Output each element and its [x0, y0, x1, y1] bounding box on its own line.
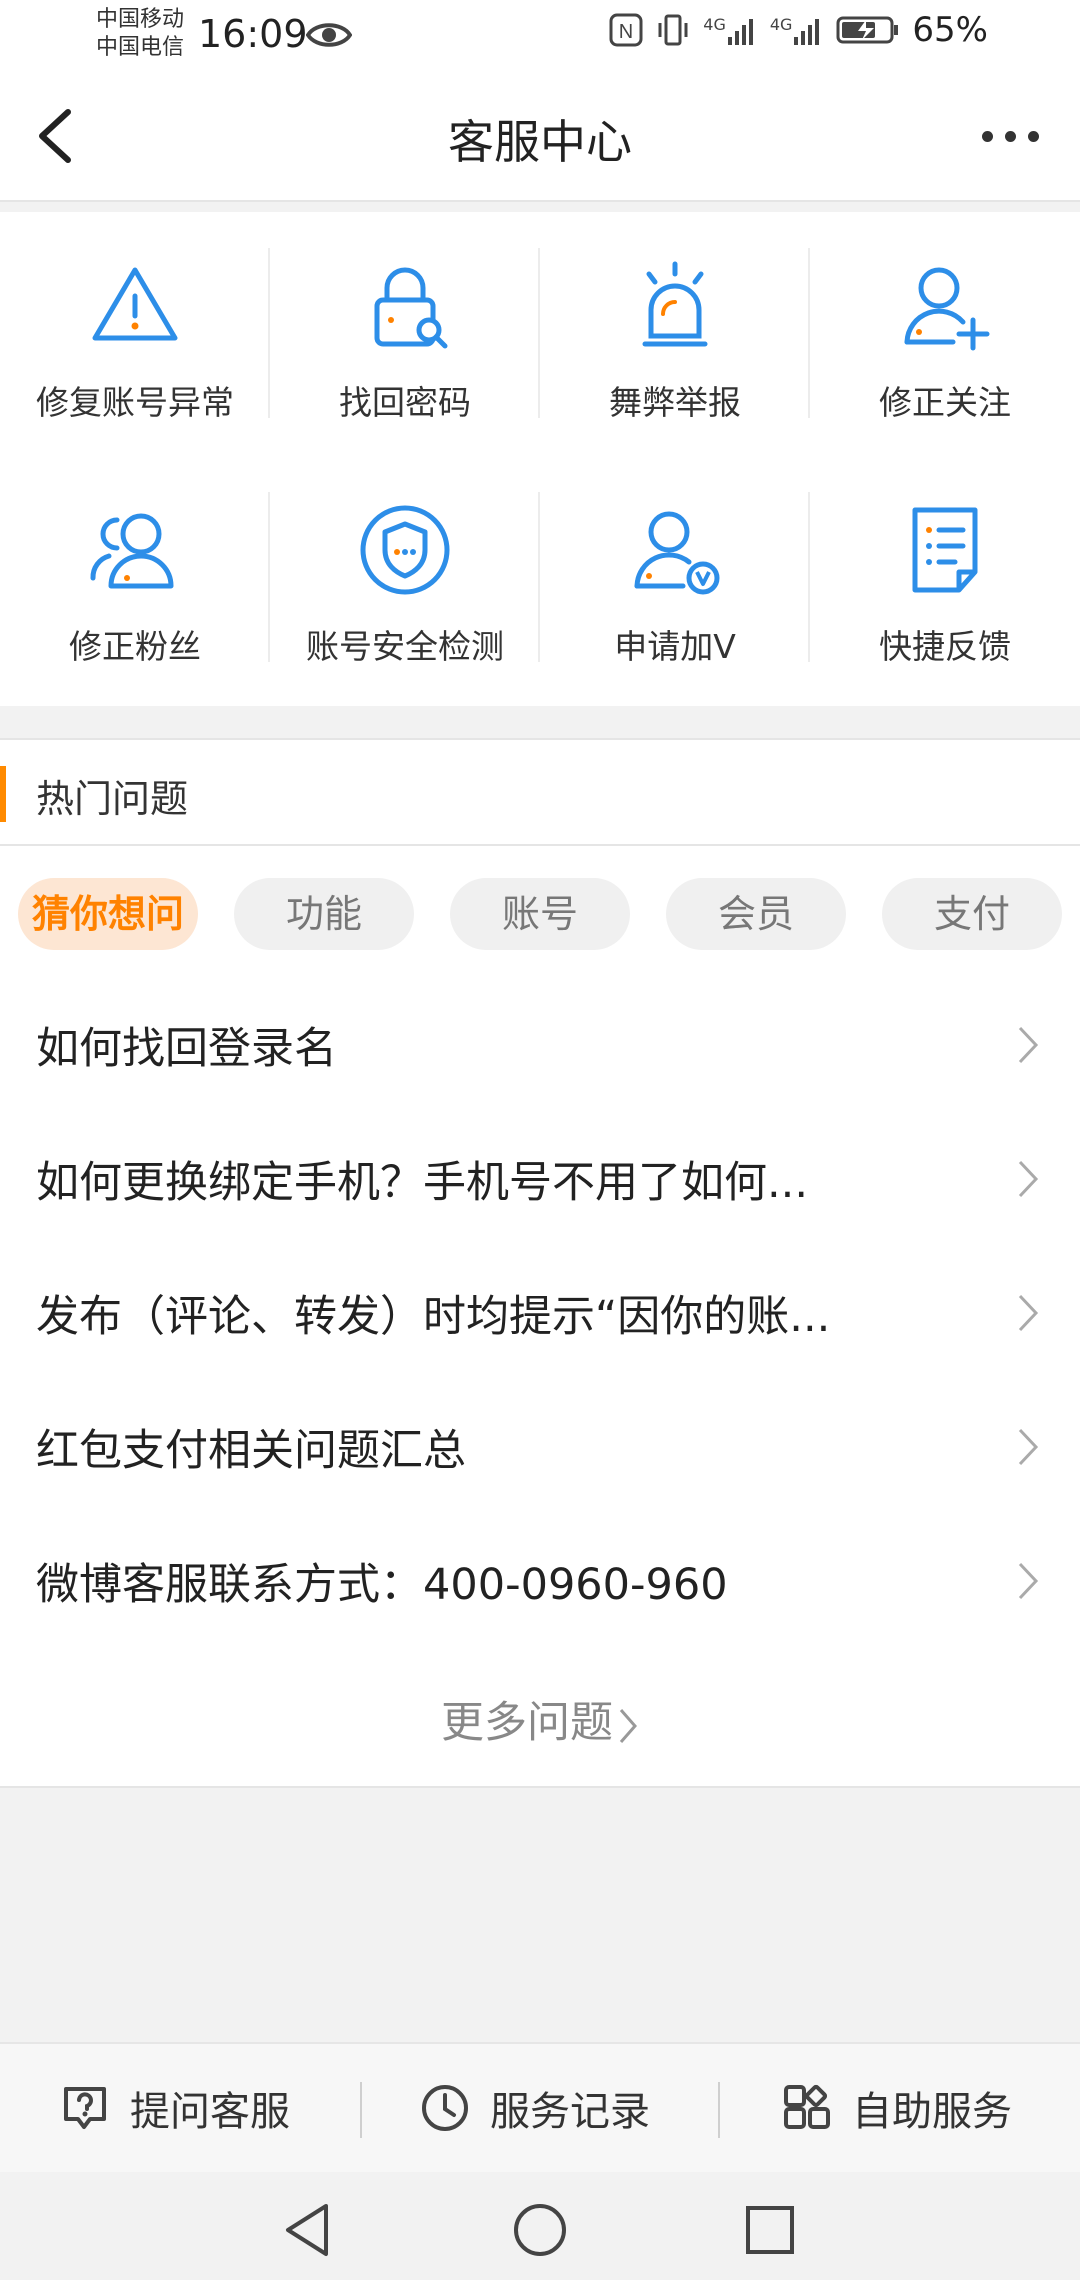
service-label: 修复账号异常 — [36, 383, 234, 422]
hot-questions-section: 热门问题 猜你想问 功能 账号 会员 支付 如何找回登录名 如何更换绑定手机？手… — [0, 738, 1080, 1788]
chevron-right-icon — [619, 1708, 637, 1743]
section-accent-bar — [0, 766, 6, 822]
service-security-check[interactable]: 账号安全检测 — [270, 456, 540, 676]
chevron-right-icon — [1018, 1026, 1039, 1064]
service-label: 找回密码 — [339, 383, 471, 422]
grid-divider — [808, 492, 810, 662]
question-text: 如何更换绑定手机？手机号不用了如何... — [36, 1158, 809, 1208]
question-item[interactable]: 如何更换绑定手机？手机号不用了如何... — [0, 1112, 1080, 1246]
service-grid: 修复账号异常 找回密码 舞弊举报 修正关注 修正粉丝 账号安全检测 申请加V 快… — [0, 212, 1080, 706]
service-label: 修正粉丝 — [69, 627, 201, 666]
more-questions-link[interactable]: 更多问题 — [0, 1688, 1080, 1750]
bottom-divider — [718, 2082, 720, 2138]
network-type-2: 4G — [769, 15, 793, 34]
question-text: 发布（评论、转发）时均提示“因你的账... — [36, 1292, 831, 1342]
section-title: 热门问题 — [36, 777, 189, 821]
question-text: 红包支付相关问题汇总 — [36, 1426, 466, 1476]
service-fix-following[interactable]: 修正关注 — [810, 212, 1080, 432]
battery-percent: 65% — [912, 10, 988, 50]
warning-icon — [92, 267, 178, 341]
service-apply-verify[interactable]: 申请加V — [540, 456, 810, 676]
bottom-action-bar: 提问客服 服务记录 自助服务 — [0, 2042, 1080, 2172]
shield-icon — [360, 505, 450, 595]
tab-member[interactable]: 会员 — [666, 878, 846, 950]
service-records-label: 服务记录 — [490, 2089, 650, 2135]
chevron-right-icon — [1018, 1428, 1039, 1466]
more-questions-label: 更多问题 — [441, 1698, 613, 1748]
ask-service-button[interactable]: 提问客服 — [60, 2044, 290, 2172]
service-fix-fans[interactable]: 修正粉丝 — [0, 456, 270, 676]
ask-service-label: 提问客服 — [130, 2089, 290, 2135]
chevron-right-icon — [1018, 1160, 1039, 1198]
battery-icon — [836, 16, 899, 44]
alarm-icon — [642, 261, 708, 347]
status-bar: 中国移动 中国电信 16:09 N 4G 4G 65% — [0, 0, 1080, 76]
nav-bar: 客服中心 — [0, 76, 1080, 200]
fans-icon — [90, 513, 174, 589]
grid-apps-icon — [784, 2084, 830, 2129]
section-divider — [0, 1786, 1080, 1788]
signal-icon-1 — [727, 19, 753, 45]
status-time: 16:09 — [198, 12, 308, 56]
system-nav-bar — [0, 2172, 1080, 2280]
service-quick-feedback[interactable]: 快捷反馈 — [810, 456, 1080, 676]
question-item[interactable]: 发布（评论、转发）时均提示“因你的账... — [0, 1246, 1080, 1380]
service-fix-account[interactable]: 修复账号异常 — [0, 212, 270, 432]
nav-home-icon[interactable] — [512, 2202, 568, 2258]
tab-payment[interactable]: 支付 — [882, 878, 1062, 950]
nav-recents-icon[interactable] — [744, 2204, 796, 2256]
grid-divider — [268, 492, 270, 662]
hot-questions-header: 热门问题 — [0, 738, 1080, 846]
svg-text:N: N — [619, 21, 633, 43]
carrier-1: 中国移动 — [96, 7, 185, 32]
self-service-label: 自助服务 — [852, 2089, 1012, 2135]
grid-divider — [538, 492, 540, 662]
grid-divider — [538, 248, 540, 418]
carrier-2: 中国电信 — [96, 35, 185, 60]
verified-user-icon — [634, 511, 720, 595]
signal-icon-2 — [794, 19, 820, 45]
tab-guess[interactable]: 猜你想问 — [18, 878, 198, 950]
carrier-labels: 中国移动 中国电信 — [96, 6, 184, 62]
service-label: 修正关注 — [879, 383, 1011, 422]
service-label: 申请加V — [614, 627, 736, 666]
question-text: 微博客服联系方式：400-0960-960 — [36, 1560, 728, 1610]
service-records-button[interactable]: 服务记录 — [420, 2044, 650, 2172]
nav-back-icon[interactable] — [282, 2202, 332, 2258]
service-label: 账号安全检测 — [306, 627, 504, 666]
page-title: 客服中心 — [448, 115, 632, 169]
tab-account[interactable]: 账号 — [450, 878, 630, 950]
question-text: 如何找回登录名 — [36, 1024, 337, 1074]
question-item[interactable]: 如何找回登录名 — [0, 978, 1080, 1112]
more-options-icon[interactable] — [970, 116, 1050, 156]
chevron-right-icon — [1018, 1562, 1039, 1600]
clock-icon — [422, 2085, 468, 2131]
chevron-right-icon — [1018, 1294, 1039, 1332]
tab-function[interactable]: 功能 — [234, 878, 414, 950]
eye-icon — [306, 23, 352, 47]
feedback-icon — [912, 507, 978, 593]
question-chat-icon — [64, 2087, 106, 2129]
service-label: 快捷反馈 — [879, 627, 1011, 666]
grid-divider — [808, 248, 810, 418]
self-service-button[interactable]: 自助服务 — [782, 2044, 1012, 2172]
grid-divider — [268, 248, 270, 418]
service-fraud-report[interactable]: 舞弊举报 — [540, 212, 810, 432]
add-user-icon — [904, 267, 990, 351]
service-find-password[interactable]: 找回密码 — [270, 212, 540, 432]
network-type-1: 4G — [703, 15, 726, 34]
status-indicators: N 4G 4G 65% — [609, 10, 988, 50]
header-divider — [0, 200, 1080, 212]
question-item[interactable]: 微博客服联系方式：400-0960-960 — [0, 1514, 1080, 1648]
question-item[interactable]: 红包支付相关问题汇总 — [0, 1380, 1080, 1514]
lock-icon — [374, 267, 448, 349]
nfc-icon: N — [609, 13, 643, 47]
vibrate-icon — [658, 14, 688, 46]
service-label: 舞弊举报 — [609, 383, 741, 422]
bottom-divider — [360, 2082, 362, 2138]
